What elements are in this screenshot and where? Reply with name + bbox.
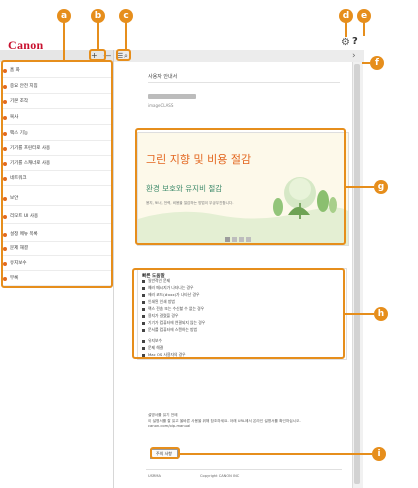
callout-h: h [374,307,388,321]
callout-line [345,313,374,315]
callout-i: i [372,447,386,461]
callout-line [362,62,370,64]
help-icon[interactable]: ? [352,36,358,47]
gear-icon[interactable]: ⚙ [341,37,350,48]
sidebar-highlight [1,60,113,288]
notice-highlight [150,447,180,459]
footer-code: USRMA [148,474,161,478]
callout-c: c [119,9,133,23]
buttons-highlight [89,49,106,61]
info-note: 설명서를 읽기 전에 이 설명서를 잘 읽고 올바른 사용을 위해 참조하세요.… [148,413,348,430]
footer-copyright: Copyright CANON INC [200,474,240,478]
manual-url-link[interactable]: canon.com/oip-manual [148,424,348,430]
callout-line [363,21,365,36]
callout-line [180,453,372,455]
divider [148,82,340,83]
callout-f: f [370,56,384,70]
callout-b: b [91,9,105,23]
callout-e: e [357,9,371,23]
doc-title: 사용자 안내서 [148,74,178,80]
callout-line [346,186,374,188]
callout-line [97,21,99,49]
callout-line [125,21,127,49]
callout-g: g [374,180,388,194]
product-name: imageCLASS [148,103,174,108]
callout-d: d [339,9,353,23]
callout-line [63,21,65,60]
callout-a: a [57,9,71,23]
chevron-right-icon[interactable]: › [352,50,356,62]
quick-help-highlight [132,268,345,359]
content-toolbar [113,50,364,62]
callout-line [345,21,347,37]
product-logo [148,94,196,99]
divider [146,469,342,470]
toolbar-highlight [116,49,131,61]
banner-highlight [135,128,346,245]
scrollbar-thumb[interactable] [354,64,360,484]
